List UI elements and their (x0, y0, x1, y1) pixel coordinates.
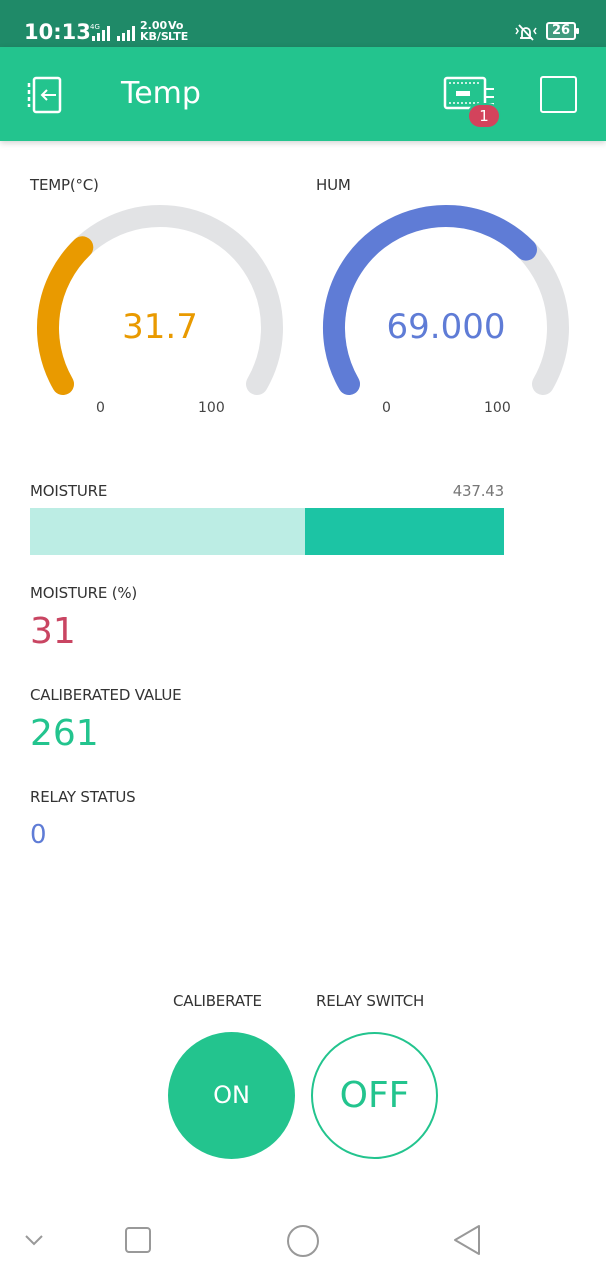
hum-value: 69.000 (386, 307, 506, 347)
chevron-down-icon[interactable] (22, 1228, 46, 1252)
calibrate-label: CALIBERATE (173, 992, 262, 1010)
moisture-label: MOISTURE (30, 482, 108, 500)
signal-icon: 4G (90, 23, 135, 41)
moisture-pct-value: 31 (30, 611, 76, 652)
vibrate-icon (515, 24, 537, 41)
calibrated-label: CALIBERATED VALUE (30, 686, 182, 704)
device-badge: 1 (469, 105, 499, 127)
nav-bar (0, 1200, 606, 1280)
moisture-bar[interactable] (30, 508, 504, 555)
hum-min: 0 (382, 400, 391, 416)
temp-min: 0 (96, 400, 105, 416)
calibrate-button[interactable]: ON (168, 1032, 295, 1159)
hum-max: 100 (484, 400, 511, 416)
page-title: Temp (121, 76, 201, 111)
temp-max: 100 (198, 400, 225, 416)
temp-label: TEMP(°C) (30, 176, 99, 194)
volte-indicator: Vo LTE (168, 19, 189, 43)
square-icon[interactable] (540, 76, 577, 113)
moisture-value: 437.43 (452, 482, 504, 500)
relay-switch-label: RELAY SWITCH (316, 992, 425, 1010)
moisture-pct-label: MOISTURE (%) (30, 584, 138, 602)
network-type: 4G (90, 23, 100, 31)
hum-label: HUM (316, 176, 351, 194)
temp-gauge[interactable]: 31.7 0 100 (30, 196, 290, 436)
moisture-bar-fill (304, 508, 504, 555)
back-icon[interactable] (26, 75, 70, 115)
recents-icon[interactable] (124, 1226, 152, 1254)
battery-icon: 26 (546, 22, 579, 40)
hum-gauge[interactable]: 69.000 0 100 (316, 196, 576, 436)
relay-status-label: RELAY STATUS (30, 788, 136, 806)
network-speed: 2.00 KB/S (140, 19, 169, 43)
calibrated-value: 261 (30, 713, 99, 754)
status-time: 10:13 (24, 20, 91, 44)
back-triangle-icon[interactable] (452, 1224, 482, 1256)
relay-status-value: 0 (30, 820, 47, 850)
app-bar: Temp 1 (0, 47, 606, 141)
relay-switch-button[interactable]: OFF (311, 1032, 438, 1159)
status-bar: 10:13 4G 2.00 KB/S Vo LTE 26 (0, 0, 606, 47)
home-icon[interactable] (286, 1224, 320, 1258)
temp-value: 31.7 (122, 307, 198, 347)
